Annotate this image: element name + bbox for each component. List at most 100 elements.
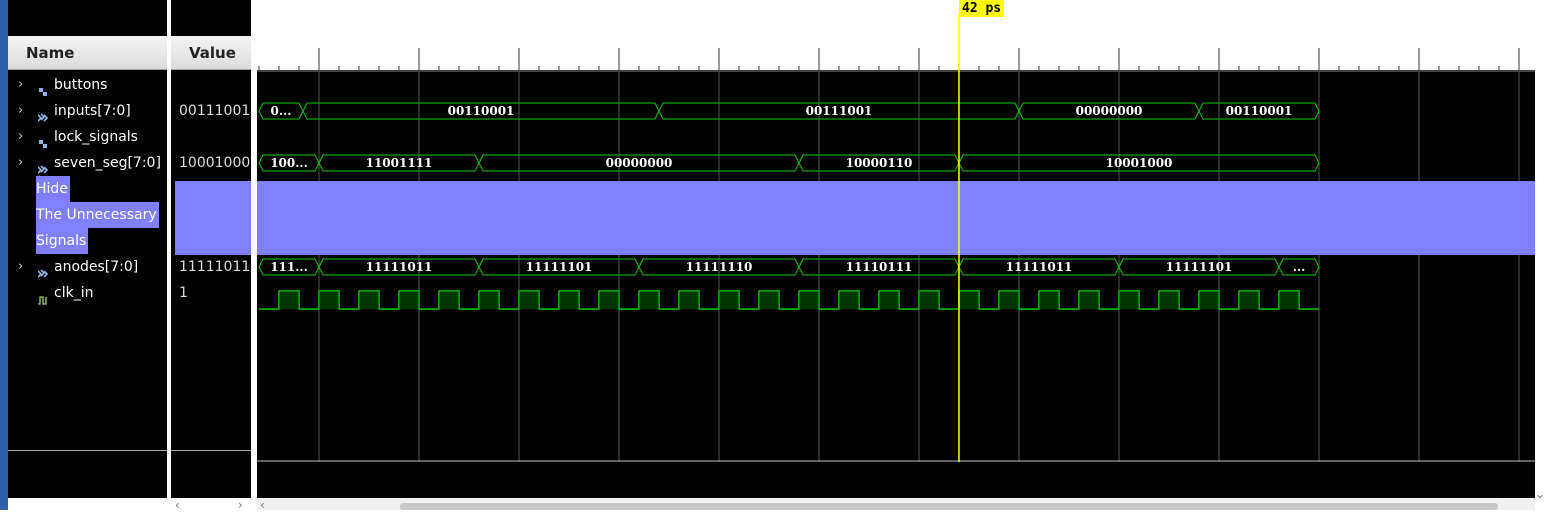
- tick-label: 70: [1522, 51, 1535, 66]
- signal-name: seven_seg[7:0]: [54, 155, 161, 171]
- signal-name: buttons: [54, 77, 108, 93]
- scroll-right-arrow-icon[interactable]: ›: [238, 499, 243, 511]
- bus-value-label: 11111101: [1166, 260, 1233, 274]
- name-column-header[interactable]: Name: [8, 36, 167, 70]
- tick-label: 50 ps: [1122, 51, 1161, 66]
- expand-chevron-icon[interactable]: ›: [18, 98, 23, 124]
- clock-high-pulse: [319, 291, 339, 309]
- signal-row[interactable]: › buttons: [8, 72, 167, 98]
- name-panel-divider: [8, 450, 167, 451]
- bus-value-label: 0...: [271, 104, 292, 118]
- port-icon: [38, 132, 48, 148]
- bus-value-label: 00111001: [806, 104, 873, 118]
- value-panel-divider: [171, 450, 251, 451]
- scroll-left-arrow-icon[interactable]: ‹: [175, 499, 180, 511]
- tick-label: 30 ps: [722, 51, 761, 66]
- tick-label: 10 ps: [322, 51, 361, 66]
- signal-row[interactable]: › seven_seg[7:0]: [8, 150, 167, 176]
- horizontal-scrollbar-thumb[interactable]: [400, 503, 1498, 510]
- signal-value: 1: [179, 285, 188, 301]
- clock-high-pulse: [799, 291, 819, 309]
- signal-row[interactable]: › lock_signals: [8, 124, 167, 150]
- clock-high-pulse: [399, 291, 419, 309]
- bus-value-label: 11111101: [526, 260, 593, 274]
- window-left-border: [0, 0, 8, 510]
- clock-icon: [38, 288, 48, 305]
- bus-icon: [37, 106, 49, 122]
- clock-high-pulse: [1279, 291, 1299, 309]
- tick-label: 15 ps: [422, 51, 461, 66]
- window-right-edge: [1535, 0, 1550, 510]
- value-column-header[interactable]: Value: [171, 36, 251, 70]
- bus-value-label: 11111011: [1006, 260, 1073, 274]
- clock-high-pulse: [879, 291, 899, 309]
- signal-name: lock_signals: [54, 129, 138, 145]
- port-icon: [38, 80, 48, 96]
- expand-chevron-icon[interactable]: ›: [18, 254, 23, 280]
- clock-high-pulse: [479, 291, 499, 309]
- clock-high-pulse: [1119, 291, 1139, 309]
- tick-label: 25 ps: [622, 51, 661, 66]
- note-row-label[interactable]: Hide: [36, 176, 70, 202]
- signal-value: 00111001: [179, 103, 251, 119]
- signal-name-panel: Name › buttons › inputs[7:0] › lock_signals › s…: [8, 0, 167, 498]
- tick-label: 60 ps: [1322, 51, 1361, 66]
- tick-label: 55 ps: [1222, 51, 1261, 66]
- clock-high-pulse: [599, 291, 619, 309]
- clock-high-pulse: [1199, 291, 1219, 309]
- bus-value-label: 00110001: [1226, 104, 1293, 118]
- tick-label: 65 ps: [1422, 51, 1461, 66]
- clock-high-pulse: [639, 291, 659, 309]
- bus-value-label: 10000110: [846, 156, 913, 170]
- value-highlight-band: [175, 181, 251, 255]
- note-row-label[interactable]: The Unnecessary: [36, 202, 159, 228]
- bus-value-label: 11001111: [366, 156, 433, 170]
- signal-value-panel: Value 00111001 10001000 11111011 1: [171, 0, 251, 498]
- signal-name: inputs[7:0]: [54, 103, 131, 119]
- expand-chevron-icon[interactable]: ›: [18, 124, 23, 150]
- expand-chevron-icon[interactable]: ›: [18, 72, 23, 98]
- expand-chevron-icon[interactable]: ›: [18, 150, 23, 176]
- wave-scroll-left-arrow-icon[interactable]: ‹: [260, 499, 265, 511]
- bus-value-label: ...: [1293, 260, 1306, 274]
- signal-value: [179, 124, 251, 150]
- clock-high-pulse: [559, 291, 579, 309]
- bus-value-label: 100...: [270, 156, 308, 170]
- tick-label: 45 ps: [1022, 51, 1061, 66]
- clock-high-pulse: [439, 291, 459, 309]
- bus-value-label: 11111011: [366, 260, 433, 274]
- tick-label: 35 ps: [822, 51, 861, 66]
- clock-high-pulse: [1079, 291, 1099, 309]
- tick-label: 20 ps: [522, 51, 561, 66]
- bus-value-label: 00000000: [1076, 104, 1143, 118]
- clock-high-pulse: [359, 291, 379, 309]
- bus-value-label: 11110111: [846, 260, 913, 274]
- clock-high-pulse: [759, 291, 779, 309]
- bus-icon: [37, 158, 49, 174]
- clock-high-pulse: [839, 291, 859, 309]
- waveform-panel[interactable]: 10 ps 15 ps 20 ps 25 ps 30 ps 35 ps 40 ps 45 ps…: [257, 0, 1535, 498]
- bus-icon: [37, 262, 49, 278]
- clock-high-pulse: [679, 291, 699, 309]
- scroll-down-arrow-icon[interactable]: ⌄: [1535, 488, 1545, 500]
- cursor-time-label[interactable]: 42 ps: [959, 0, 1005, 17]
- clock-high-pulse: [919, 291, 939, 309]
- note-row-label[interactable]: Signals: [36, 228, 89, 254]
- tick-label: 40 ps: [922, 51, 961, 66]
- signal-value: [179, 72, 251, 98]
- highlight-band: [257, 181, 1535, 255]
- waveform-canvas[interactable]: 10 ps 15 ps 20 ps 25 ps 30 ps 35 ps 40 ps 45 ps…: [257, 0, 1535, 498]
- clock-high-pulse: [519, 291, 539, 309]
- clock-high-pulse: [279, 291, 299, 309]
- clock-high-pulse: [999, 291, 1019, 309]
- signal-value: 11111011: [179, 259, 251, 275]
- clock-high-pulse: [1239, 291, 1259, 309]
- clock-high-pulse: [1159, 291, 1179, 309]
- clock-high-pulse: [1039, 291, 1059, 309]
- bus-value-label: 10001000: [1106, 156, 1173, 170]
- signal-row[interactable]: › inputs[7:0]: [8, 98, 167, 124]
- bus-value-label: 00000000: [606, 156, 673, 170]
- signal-row[interactable]: clk_in: [8, 280, 167, 306]
- signal-row[interactable]: › anodes[7:0]: [8, 254, 167, 280]
- signal-name: clk_in: [54, 285, 94, 301]
